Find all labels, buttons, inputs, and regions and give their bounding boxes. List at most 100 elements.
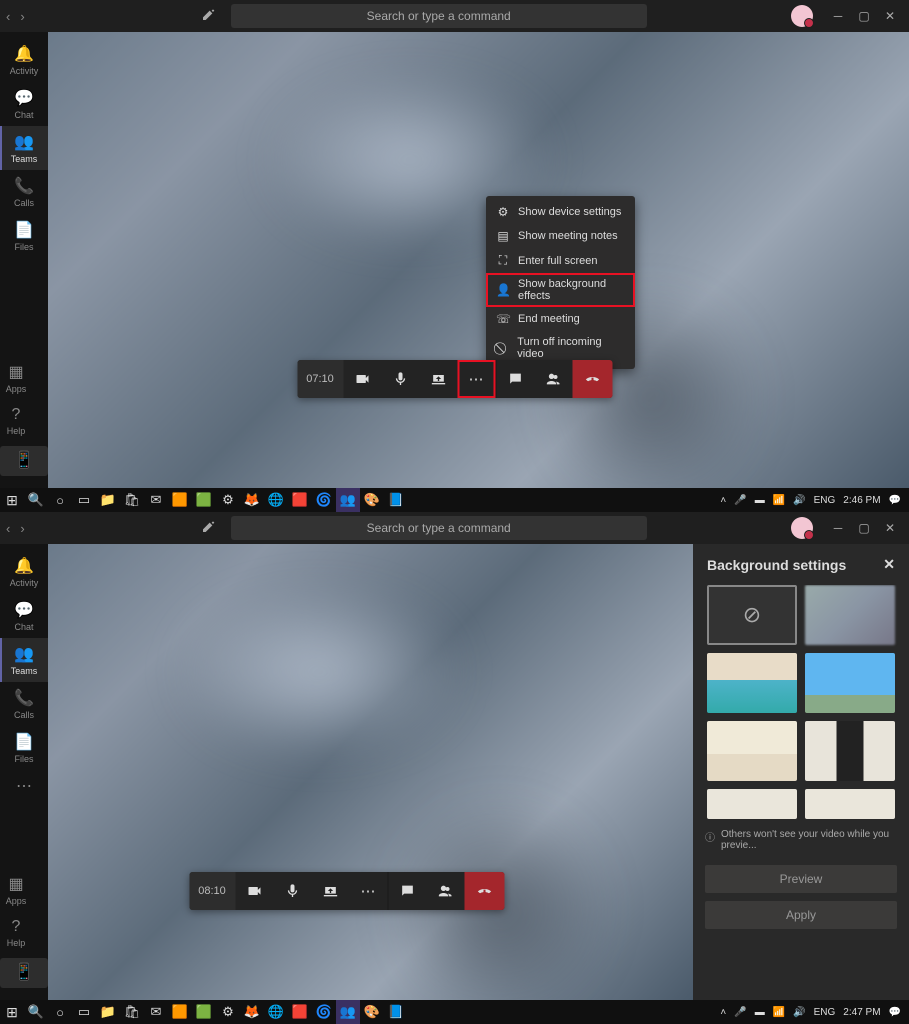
bg-tile-room3[interactable]: [707, 789, 797, 819]
mic-button[interactable]: [381, 360, 419, 398]
start-button[interactable]: ⊞: [0, 488, 24, 512]
taskbar-edge[interactable]: 🌀: [312, 1000, 336, 1024]
sidebar-item-files[interactable]: 📄Files: [0, 726, 48, 770]
sidebar-item-calls[interactable]: 📞Calls: [0, 170, 48, 214]
hangup-button[interactable]: [464, 872, 504, 910]
compose-icon[interactable]: [201, 6, 217, 27]
close-button[interactable]: ✕: [877, 9, 903, 23]
more-actions-button[interactable]: ⋯: [349, 872, 387, 910]
participants-button[interactable]: [426, 872, 464, 910]
maximize-button[interactable]: ▢: [851, 521, 877, 535]
tray-mic-icon[interactable]: 🎤: [734, 495, 746, 506]
panel-close-icon[interactable]: ✕: [883, 556, 895, 573]
avatar[interactable]: [791, 517, 813, 539]
taskbar-search[interactable]: 🔍: [24, 1000, 48, 1024]
tray-time[interactable]: 2:47 PM: [843, 1007, 880, 1018]
taskbar-store[interactable]: 🛍: [120, 488, 144, 512]
bg-tile-sky[interactable]: [805, 653, 895, 713]
start-button[interactable]: ⊞: [0, 1000, 24, 1024]
sidebar-item-teams[interactable]: 👥Teams: [0, 126, 48, 170]
sidebar-item-mobile[interactable]: 📱: [0, 958, 48, 988]
tray-lang[interactable]: ENG: [814, 1007, 836, 1018]
back-button[interactable]: ‹: [6, 521, 10, 536]
taskbar-taskview[interactable]: ▭: [72, 1000, 96, 1024]
sidebar-item-more[interactable]: ⋯: [0, 770, 48, 804]
taskbar-app2[interactable]: 🟩: [192, 1000, 216, 1024]
taskbar-app4[interactable]: 📘: [384, 488, 408, 512]
maximize-button[interactable]: ▢: [851, 9, 877, 23]
tray-notifications-icon[interactable]: 💬: [889, 495, 901, 506]
taskbar-firefox[interactable]: 🦊: [240, 488, 264, 512]
taskbar-taskview[interactable]: ▭: [72, 488, 96, 512]
chat-button[interactable]: [388, 872, 426, 910]
sidebar-item-calls[interactable]: 📞Calls: [0, 682, 48, 726]
taskbar-chrome[interactable]: 🌐: [264, 1000, 288, 1024]
taskbar-explorer[interactable]: 📁: [96, 1000, 120, 1024]
sidebar-item-mobile[interactable]: 📱: [0, 446, 48, 476]
menu-end-meeting[interactable]: ☏End meeting: [486, 307, 635, 331]
compose-icon[interactable]: [201, 518, 217, 539]
camera-button[interactable]: [343, 360, 381, 398]
taskbar-teams[interactable]: 👥: [336, 1000, 360, 1024]
sidebar-item-activity[interactable]: 🔔Activity: [0, 550, 48, 594]
share-button[interactable]: [311, 872, 349, 910]
tray-battery-icon[interactable]: ▬: [755, 495, 765, 506]
taskbar-mail[interactable]: ✉: [144, 488, 168, 512]
taskbar-chrome[interactable]: 🌐: [264, 488, 288, 512]
mic-button[interactable]: [273, 872, 311, 910]
close-button[interactable]: ✕: [877, 521, 903, 535]
minimize-button[interactable]: ─: [825, 521, 851, 535]
sidebar-item-help[interactable]: ?Help: [0, 400, 40, 442]
sidebar-item-files[interactable]: 📄Files: [0, 214, 48, 258]
bg-tile-room4[interactable]: [805, 789, 895, 819]
sidebar-item-activity[interactable]: 🔔Activity: [0, 38, 48, 82]
participants-button[interactable]: [534, 360, 572, 398]
taskbar-cortana[interactable]: ○: [48, 488, 72, 512]
tray-battery-icon[interactable]: ▬: [755, 1007, 765, 1018]
tray-mic-icon[interactable]: 🎤: [734, 1007, 746, 1018]
chat-button[interactable]: [496, 360, 534, 398]
tray-lang[interactable]: ENG: [814, 495, 836, 506]
forward-button[interactable]: ›: [20, 9, 24, 24]
bg-tile-room2[interactable]: [805, 721, 895, 781]
taskbar-settings[interactable]: ⚙: [216, 1000, 240, 1024]
taskbar-teams[interactable]: 👥: [336, 488, 360, 512]
taskbar-mail[interactable]: ✉: [144, 1000, 168, 1024]
taskbar-app2[interactable]: 🟩: [192, 488, 216, 512]
taskbar-app1[interactable]: 🟧: [168, 1000, 192, 1024]
share-button[interactable]: [419, 360, 457, 398]
apply-button[interactable]: Apply: [705, 901, 897, 929]
taskbar-firefox[interactable]: 🦊: [240, 1000, 264, 1024]
taskbar-app3[interactable]: 🎨: [360, 1000, 384, 1024]
sidebar-item-help[interactable]: ?Help: [0, 912, 40, 954]
bg-tile-blur[interactable]: [805, 585, 895, 645]
sidebar-item-teams[interactable]: 👥Teams: [0, 638, 48, 682]
taskbar-app3[interactable]: 🎨: [360, 488, 384, 512]
avatar[interactable]: [791, 5, 813, 27]
hangup-button[interactable]: [572, 360, 612, 398]
tray-notifications-icon[interactable]: 💬: [889, 1007, 901, 1018]
tray-wifi-icon[interactable]: 📶: [773, 1007, 785, 1018]
bg-tile-none[interactable]: ⊘: [707, 585, 797, 645]
bg-tile-room1[interactable]: [707, 721, 797, 781]
menu-meeting-notes[interactable]: ▤Show meeting notes: [486, 224, 635, 248]
tray-time[interactable]: 2:46 PM: [843, 495, 880, 506]
search-input[interactable]: Search or type a command: [231, 516, 647, 540]
menu-full-screen[interactable]: ⛶Enter full screen: [486, 248, 635, 273]
tray-up-icon[interactable]: ˄: [720, 495, 726, 506]
taskbar-app4[interactable]: 📘: [384, 1000, 408, 1024]
taskbar-search[interactable]: 🔍: [24, 488, 48, 512]
more-actions-button[interactable]: ⋯: [457, 360, 495, 398]
tray-volume-icon[interactable]: 🔊: [793, 1007, 805, 1018]
taskbar-cortana[interactable]: ○: [48, 1000, 72, 1024]
taskbar-app1[interactable]: 🟧: [168, 488, 192, 512]
taskbar-office[interactable]: 🟥: [288, 488, 312, 512]
sidebar-item-chat[interactable]: 💬Chat: [0, 82, 48, 126]
taskbar-edge[interactable]: 🌀: [312, 488, 336, 512]
minimize-button[interactable]: ─: [825, 9, 851, 23]
tray-up-icon[interactable]: ˄: [720, 1007, 726, 1018]
menu-device-settings[interactable]: ⚙Show device settings: [486, 200, 635, 224]
bg-tile-office[interactable]: [707, 653, 797, 713]
sidebar-item-chat[interactable]: 💬Chat: [0, 594, 48, 638]
taskbar-office[interactable]: 🟥: [288, 1000, 312, 1024]
